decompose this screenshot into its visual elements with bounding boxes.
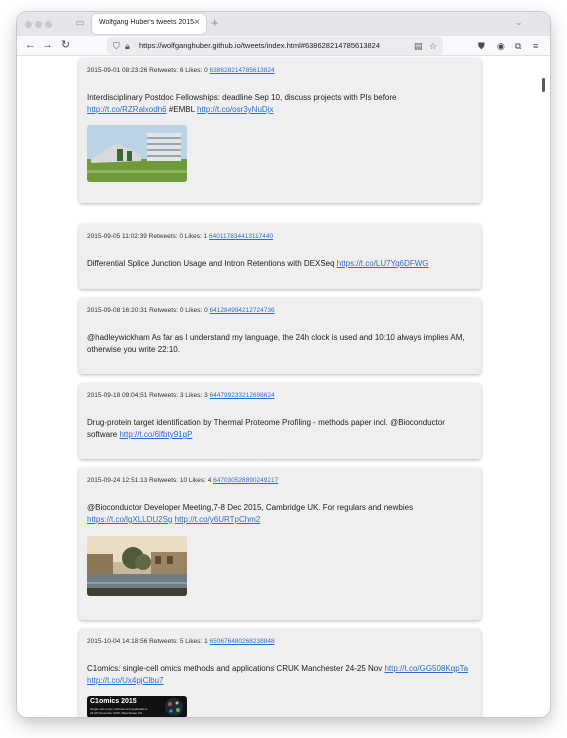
tweet-text: Differential Splice Junction Usage and I… [87,259,429,268]
tweet-card: 2015-09-05 11:02:39 Retweets: 0 Likes: 1… [79,224,481,289]
scrollbar-thumb[interactable] [542,78,545,92]
tweet-id-link[interactable]: 641284994212724736 [210,307,275,314]
reload-icon[interactable]: ↻ [61,39,70,52]
banner-date: 24-25 November 2015, Manchester UK [90,711,143,715]
tab-active[interactable]: Wolfgang Huber's tweets 2015–24 × [92,14,206,34]
lock-icon[interactable]: 🔒︎ [125,40,130,52]
tweet-link[interactable]: http://t.co/6lfbty91gP [119,430,192,439]
tweet-card: 2015-09-24 12:51:13 Retweets: 10 Likes: … [79,468,481,620]
tweet-meta: 2015-09-08 16:20:31 Retweets: 0 Likes: 0… [87,307,275,314]
tweet-link[interactable]: http://t.co/osr3yNuDjx [197,105,273,114]
tweet-id-link[interactable]: 644799233212698624 [210,392,275,399]
forward-arrow-icon[interactable]: → [42,39,53,52]
shield-icon[interactable]: ⛉ [113,40,120,52]
url-text[interactable]: https://wolfganghuber.github.io/tweets/i… [139,41,380,50]
tweet-id-link[interactable]: 640117834413117440 [209,233,273,240]
tweet-text: Interdisciplinary Postdoc Fellowships: d… [87,93,397,114]
tweet-link[interactable]: https://t.co/LU7Yq6DFWG [337,259,429,268]
tweet-image[interactable] [87,536,187,596]
chevron-down-icon[interactable]: ⌄ [515,17,523,28]
tweet-link[interactable]: http://t.co/y6URTpChm2 [175,515,261,524]
tab-title: Wolfgang Huber's tweets 2015–24 [99,19,195,26]
firefox-view-icon[interactable]: ▭ [74,18,86,30]
account-icon[interactable]: ◉ [497,40,505,53]
tweet-meta: 2015-09-18 09:04:51 Retweets: 3 Likes: 3… [87,392,275,399]
tweet-meta: 2015-09-01 08:23:26 Retweets: 6 Likes: 0… [87,67,275,74]
tweet-text: @hadleywickham As far as I understand my… [87,333,465,354]
tab-close-button[interactable]: × [194,17,200,28]
tweet-id-link[interactable]: 647030528890249217 [213,477,278,484]
minimize-window-button[interactable] [35,21,42,28]
tweet-id-link[interactable]: 650676480268238848 [210,638,275,645]
maximize-window-button[interactable] [45,21,52,28]
back-arrow-icon[interactable]: ← [25,39,36,52]
tab-bar: ▭ Wolfgang Huber's tweets 2015–24 × + ⌄ [17,12,550,36]
tweet-card: 2015-09-01 08:23:26 Retweets: 6 Likes: 0… [79,58,481,203]
banner-title: C1omics 2015 [90,698,137,705]
tweet-link[interactable]: http://t.co/RZRalxodh6 [87,105,167,114]
new-tab-button[interactable]: + [211,15,219,30]
tweet-text: Drug-protein target identification by Th… [87,418,445,439]
tweet-link[interactable]: https://t.co/lgXLLDU2Sg [87,515,172,524]
page-content[interactable]: 2015-09-01 08:23:26 Retweets: 6 Likes: 0… [17,56,550,717]
address-bar[interactable]: ⛉ 🔒︎ https://wolfganghuber.github.io/twe… [107,37,443,55]
tweet-meta: 2015-09-05 11:02:39 Retweets: 0 Likes: 1… [87,233,274,240]
tweet-card: 2015-09-08 16:20:31 Retweets: 0 Likes: 0… [79,298,481,374]
tweet-image[interactable] [87,125,187,182]
tweet-text: @Bioconductor Developer Meeting,7-8 Dec … [87,503,414,524]
browser-window: ▭ Wolfgang Huber's tweets 2015–24 × + ⌄ … [17,12,550,717]
tweet-card: 2015-10-04 14:18:56 Retweets: 5 Likes: 1… [79,629,481,717]
tweet-link[interactable]: http://t.co/Ux4pjClbu7 [87,676,163,685]
cells-graphic [165,698,183,716]
menu-icon[interactable]: ≡ [533,40,538,53]
tweet-image[interactable]: C1omics 2015 Single-cell omics methods a… [87,696,187,717]
tweet-meta: 2015-10-04 14:18:56 Retweets: 5 Likes: 1… [87,638,275,645]
tweet-id-link[interactable]: 638628214785613824 [210,67,275,74]
extensions-icon[interactable]: ⧉ [515,40,521,53]
tweet-text: C1omics: single-cell omics methods and a… [87,664,469,685]
bookmark-star-icon[interactable]: ☆ [429,40,437,52]
reader-view-icon[interactable]: ▤ [414,40,423,52]
pocket-icon[interactable]: ⛊ [478,40,485,53]
close-window-button[interactable] [25,21,32,28]
tweet-meta: 2015-09-24 12:51:13 Retweets: 10 Likes: … [87,477,279,484]
navigation-bar: ← → ↻ ⛉ 🔒︎ https://wolfganghuber.github.… [17,36,550,56]
tweet-link[interactable]: http://t.co/GG508KqpTa [384,664,468,673]
tweet-card: 2015-09-18 09:04:51 Retweets: 3 Likes: 3… [79,383,481,459]
